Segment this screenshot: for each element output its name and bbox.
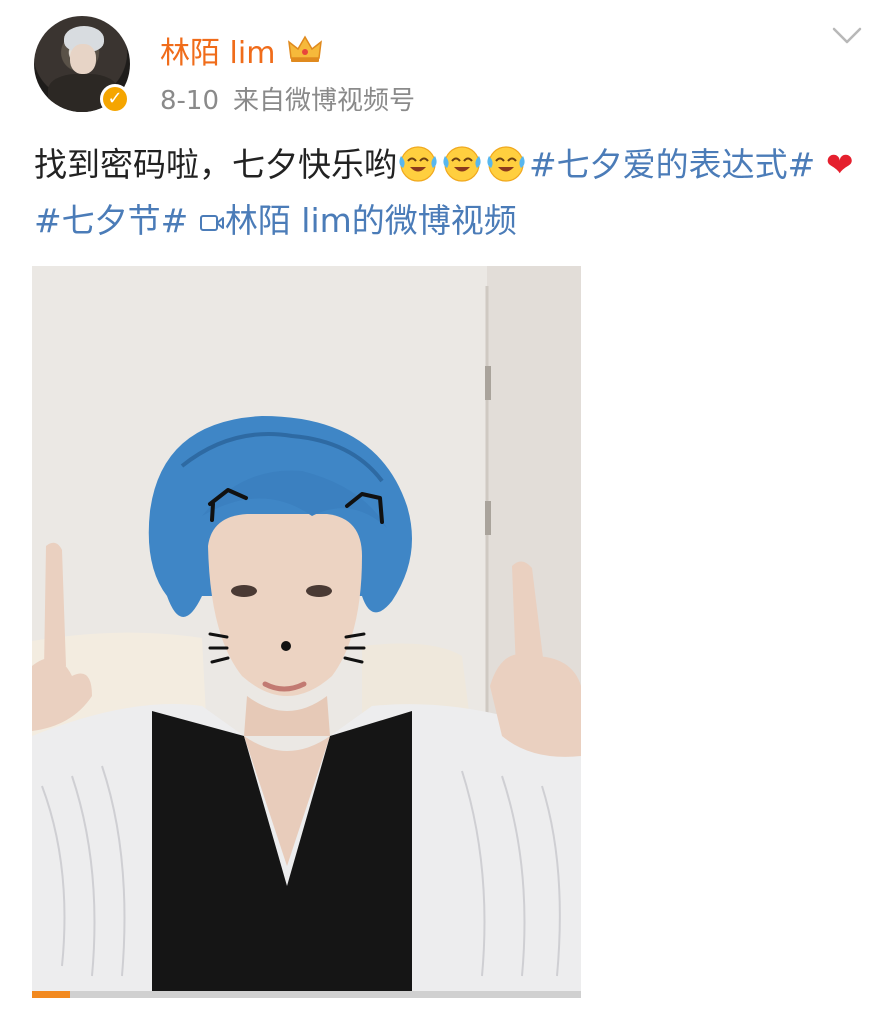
video-thumbnail[interactable] [32, 266, 581, 998]
laughing-crying-emoji-icon [487, 146, 525, 182]
post-meta: 8-10 来自微博视频号 [160, 80, 415, 117]
avatar-face [70, 44, 96, 74]
post-source[interactable]: 来自微博视频号 [233, 86, 415, 116]
crown-icon [288, 35, 322, 62]
video-link-label: 林陌 lim的微博视频 [224, 201, 517, 240]
username[interactable]: 林陌 lim [160, 28, 275, 72]
chevron-down-icon[interactable] [832, 26, 862, 46]
laughing-crying-emoji-icon [443, 146, 481, 182]
verified-check-icon: ✓ [100, 84, 130, 114]
hashtag-qixi-festival[interactable]: #七夕节# [34, 201, 188, 240]
post-date: 8-10 [160, 86, 220, 116]
post-body: 找到密码啦，七夕快乐哟 [34, 145, 397, 184]
hashtag-qixi-love-expression[interactable]: #七夕爱的表达式# [529, 145, 815, 184]
post-text: 找到密码啦，七夕快乐哟 #七夕爱的表达式# ❤ #七夕节# 林陌 lim的微博视频 [34, 137, 864, 249]
laughing-crying-emoji-icon [399, 146, 437, 182]
video-camera-icon [199, 215, 224, 231]
video-progress-bar[interactable] [32, 991, 581, 998]
video-link[interactable]: 林陌 lim的微博视频 [199, 201, 517, 240]
heart-icon: ❤ [825, 145, 854, 184]
video-progress-fill [32, 991, 71, 998]
